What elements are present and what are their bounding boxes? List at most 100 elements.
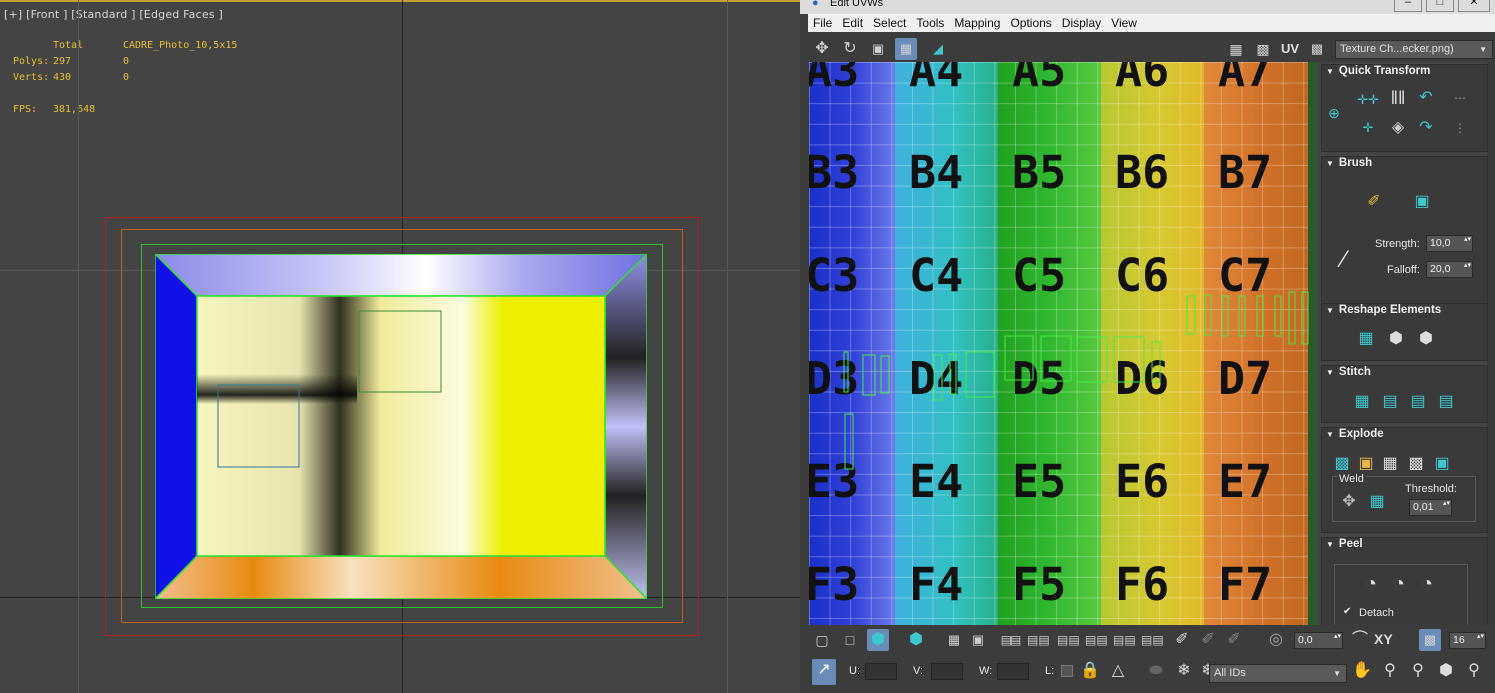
stitch-target-icon[interactable]: ▤ (1378, 391, 1402, 413)
relax-brush-icon[interactable]: ▣ (1410, 191, 1434, 213)
relax-until-flat-icon[interactable]: ⬢ (1384, 328, 1408, 350)
grid-snap-icon[interactable]: ▩ (1419, 629, 1441, 651)
rotate-cw-icon[interactable]: ↷ (1414, 117, 1438, 139)
menu-edit[interactable]: Edit (837, 14, 868, 32)
detach-checkbox[interactable]: ✔ (1343, 607, 1353, 617)
paint-grow-icon[interactable]: ✐ (1197, 629, 1219, 651)
uv-islands[interactable] (809, 62, 1317, 625)
face-mode-icon[interactable]: ⬢ (867, 629, 889, 651)
flatten-by-material-icon[interactable]: ▦ (1378, 453, 1402, 475)
reset-peel-icon[interactable]: ◔ (1415, 573, 1439, 595)
falloff-space-label[interactable]: XY (1374, 631, 1393, 647)
element-mode-icon[interactable]: ⬢ (905, 629, 927, 651)
break-icon[interactable]: ▣ (1430, 453, 1454, 475)
stitch-custom-icon[interactable]: ▦ (1350, 391, 1374, 413)
weld-target-icon[interactable]: ✥ (1337, 491, 1361, 513)
shrink-selection-icon[interactable]: ▣ (967, 629, 989, 651)
zoom-extents-icon[interactable]: ⬢ (1435, 660, 1457, 682)
straighten-icon[interactable]: ◈ (1386, 117, 1410, 139)
align-vertical-icon[interactable]: ✛ (1356, 117, 1380, 139)
close-button[interactable]: ✕ (1458, 0, 1490, 12)
flatten-custom-icon[interactable]: ▩ (1404, 453, 1428, 475)
vertex-mode-icon[interactable]: ▢ (811, 629, 833, 651)
scale-icon[interactable]: ▣ (867, 38, 889, 60)
loop-select-icon[interactable]: ▤▤ (999, 629, 1022, 651)
u-field[interactable] (865, 663, 897, 680)
flatten-by-polygon-icon[interactable]: ▩ (1330, 453, 1354, 475)
edge-mode-icon[interactable]: □ (839, 629, 861, 651)
minimize-button[interactable]: – (1394, 0, 1422, 12)
grid-size-spinner[interactable]: 16 (1449, 632, 1486, 649)
rollout-title-quick-transform[interactable]: ▼ Quick Transform (1326, 65, 1430, 77)
rollout-title-peel[interactable]: ▼ Peel (1326, 538, 1363, 550)
l-checkbox[interactable] (1061, 665, 1073, 677)
absolute-offset-icon[interactable]: ↗ (812, 659, 836, 685)
edge-select-icon[interactable]: ▤▤ (1141, 629, 1164, 651)
rotate-icon[interactable]: ↻ (839, 38, 861, 60)
viewport-label[interactable]: [+] [Front ] [Standard ] [Edged Faces ] (4, 8, 223, 21)
texture-dropdown[interactable]: Texture Ch...ecker.png) ▼ (1335, 40, 1493, 59)
menu-display[interactable]: Display (1057, 14, 1106, 32)
quick-peel-icon[interactable]: ◔ (1359, 573, 1383, 595)
straighten-selection-icon[interactable]: ▦ (1354, 328, 1378, 350)
uv-canvas[interactable]: A3 A4 A5 A6 A7 B3 B4 B5 B6 B7 C3 C4 C5 C… (809, 62, 1317, 625)
flatten-by-smoothing-icon[interactable]: ▣ (1354, 453, 1378, 475)
menu-mapping[interactable]: Mapping (949, 14, 1005, 32)
w-field[interactable] (997, 663, 1029, 680)
peel-mode-icon[interactable]: ◔ (1387, 573, 1411, 595)
rotate-ccw-icon[interactable]: ↶ (1414, 87, 1438, 109)
weld-selected-icon[interactable]: ▦ (1365, 491, 1389, 513)
window-titlebar[interactable]: ● Edit UVWs – □ ✕ (800, 0, 1495, 14)
ring-grow-icon[interactable]: ▤▤ (1085, 629, 1108, 651)
checker-pattern-icon[interactable]: ▦ (1225, 38, 1247, 60)
falloff-spinner[interactable]: 20,0 (1426, 261, 1473, 278)
pan-icon[interactable]: ✋ (1351, 660, 1373, 682)
ring-shrink-icon[interactable]: ▤▤ (1113, 629, 1136, 651)
align-pivot-icon[interactable]: ⊕ (1322, 102, 1346, 124)
menu-view[interactable]: View (1106, 14, 1142, 32)
zoom-icon[interactable]: ⚲ (1379, 660, 1401, 682)
v-field[interactable] (931, 663, 963, 680)
lock-icon[interactable]: 🔒 (1079, 660, 1101, 682)
soft-selection-icon[interactable]: ◎ (1265, 629, 1287, 651)
uv-axis-label[interactable]: UV (1281, 41, 1299, 56)
rollout-title-reshape[interactable]: ▼ Reshape Elements (1326, 304, 1441, 316)
paint-shrink-icon[interactable]: ✐ (1223, 629, 1245, 651)
freeze-icon[interactable]: ❄ (1173, 660, 1195, 682)
rollout-title-explode[interactable]: ▼ Explode (1326, 428, 1384, 440)
uv-options-icon[interactable]: ▩ (1306, 38, 1328, 60)
strength-spinner[interactable]: 10,0 (1426, 235, 1473, 252)
panel-scrollbar[interactable] (1487, 62, 1495, 625)
threshold-spinner[interactable]: 0,01 (1409, 499, 1452, 516)
stitch-source-icon[interactable]: ▤ (1434, 391, 1458, 413)
paint-brush-icon[interactable]: ✐ (1362, 191, 1386, 213)
stitch-average-icon[interactable]: ▤ (1406, 391, 1430, 413)
show-icon[interactable]: ⬬ (1145, 660, 1167, 682)
menu-options[interactable]: Options (1005, 14, 1056, 32)
loop-grow-icon[interactable]: ▤▤ (1027, 629, 1050, 651)
ring-select-icon[interactable]: ▤▤ (1057, 629, 1080, 651)
distribute-v-icon[interactable]: ⋮ (1448, 117, 1472, 139)
material-id-dropdown[interactable]: All IDs ▼ (1209, 664, 1347, 683)
relax-icon[interactable]: ⬢ (1414, 328, 1438, 350)
photo-frame-mesh[interactable] (155, 254, 647, 599)
move-icon[interactable]: ✥ (811, 38, 833, 60)
distribute-h-icon[interactable]: ⋯ (1448, 87, 1472, 109)
grow-selection-icon[interactable]: ▦ (943, 629, 965, 651)
show-map-icon[interactable]: ▩ (1252, 38, 1274, 60)
mirror-icon[interactable]: ◢ (927, 38, 949, 60)
zoom-region-icon[interactable]: ⚲ (1407, 660, 1429, 682)
maximize-button[interactable]: □ (1426, 0, 1454, 12)
brush-size-icon[interactable]: ∕ (1332, 248, 1356, 272)
space-horizontal-icon[interactable]: ‖‖ (1386, 87, 1410, 109)
align-horizontal-icon[interactable]: ✛✛ (1356, 89, 1380, 111)
rollout-title-brush[interactable]: ▼ Brush (1326, 157, 1372, 169)
front-viewport[interactable]: [+] [Front ] [Standard ] [Edged Faces ] … (0, 0, 800, 693)
menu-tools[interactable]: Tools (911, 14, 949, 32)
zoom-extents-selected-icon[interactable]: ⚲ (1463, 660, 1485, 682)
hide-icon[interactable]: △ (1107, 660, 1129, 682)
falloff-distance-spinner[interactable]: 0,0 (1294, 632, 1343, 649)
menu-select[interactable]: Select (868, 14, 911, 32)
menu-file[interactable]: File (808, 14, 837, 32)
rollout-title-stitch[interactable]: ▼ Stitch (1326, 366, 1371, 378)
